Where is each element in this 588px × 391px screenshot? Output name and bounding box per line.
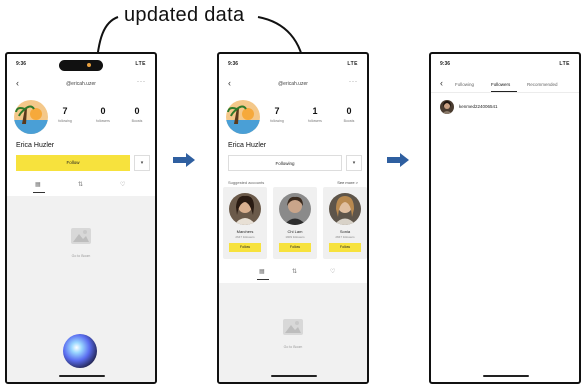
status-signal: LTE — [347, 61, 358, 67]
empty-content-area: Go to Boom — [7, 196, 155, 382]
suggested-account-name: Sonia — [339, 229, 351, 234]
card-follow-button[interactable]: Follow — [229, 243, 261, 252]
suggested-account-card[interactable]: Sonia 2847 followers Follow — [323, 187, 367, 259]
suggested-account-card[interactable]: Chi Lam 1909 followers Follow — [273, 187, 317, 259]
empty-state-text: Go to Boom — [71, 254, 91, 258]
active-tab-indicator — [33, 192, 45, 193]
see-more-link[interactable]: See more > — [337, 180, 358, 185]
more-icon[interactable]: ··· — [349, 79, 358, 85]
suggested-account-followers: 2847 followers — [335, 235, 355, 239]
content-tabs: ▦ ⇅ ♡ — [219, 268, 367, 280]
stat-following[interactable]: 7 following — [47, 106, 83, 123]
siri-icon — [63, 334, 97, 368]
profile-handle: @ericah.uzer — [278, 81, 308, 87]
active-tab-indicator — [257, 279, 269, 280]
dynamic-island — [59, 60, 103, 71]
annotation-caption: updated data — [124, 4, 245, 26]
phone-screen-profile-before: 9:36 LTE ‹ @ericah.uzer ··· 7 following … — [5, 52, 157, 384]
suggest-dropdown-button[interactable]: ▾ — [134, 155, 150, 171]
suggested-account-name: Marchers — [236, 229, 254, 234]
suggested-account-card[interactable]: Marchers 2647 followers Follow — [223, 187, 267, 259]
like-icon[interactable]: ♡ — [330, 268, 335, 275]
follower-avatar — [440, 100, 454, 114]
suggested-account-name: Chi Lam — [287, 229, 303, 234]
profile-name: Erica Huzler — [228, 142, 267, 149]
grid-icon[interactable]: ▦ — [35, 181, 41, 188]
tab-following[interactable]: Following — [455, 82, 474, 87]
phone-screen-profile-after: 9:36 LTE ‹ @ericah.uzer ··· 7 following … — [217, 52, 369, 384]
profile-handle: @ericah.uzer — [66, 81, 96, 87]
stat-followers[interactable]: 0 followers — [85, 106, 121, 123]
repost-icon[interactable]: ⇅ — [78, 181, 83, 188]
repost-icon[interactable]: ⇅ — [292, 268, 297, 275]
profile-name: Erica Huzler — [16, 142, 55, 149]
stat-followers[interactable]: 1 followers — [297, 106, 333, 123]
empty-photo-icon — [71, 228, 91, 244]
status-signal: LTE — [559, 61, 570, 67]
follower-username: kenmed224006541 — [459, 104, 498, 109]
profile-header: ‹ @ericah.uzer ··· — [7, 78, 155, 90]
stat-boosts[interactable]: 0 Boosts — [331, 106, 367, 123]
like-icon[interactable]: ♡ — [120, 181, 125, 188]
suggested-account-avatar — [229, 193, 261, 225]
tab-recommended[interactable]: Recommended — [527, 82, 558, 87]
status-time: 9:36 — [440, 61, 451, 67]
status-time: 9:36 — [228, 61, 239, 67]
follow-lists-tabs: ‹ Following Followers Recommended — [431, 78, 579, 92]
status-signal: LTE — [135, 61, 146, 67]
avatar[interactable] — [14, 100, 48, 134]
card-follow-button[interactable]: Follow — [329, 243, 361, 252]
right-arrow-icon — [173, 153, 195, 167]
phone-screen-followers-list: 9:36 LTE ‹ Following Followers Recommend… — [429, 52, 581, 384]
grid-icon[interactable]: ▦ — [259, 268, 265, 275]
home-indicator[interactable] — [271, 375, 317, 377]
profile-header: ‹ @ericah.uzer ··· — [219, 78, 367, 90]
empty-content-area: Go to Boom — [219, 283, 367, 382]
card-follow-button[interactable]: Follow — [279, 243, 311, 252]
empty-photo-icon — [283, 319, 303, 335]
content-tabs: ▦ ⇅ ♡ — [7, 181, 155, 193]
suggested-accounts-heading: Suggested accounts — [228, 180, 265, 185]
empty-state-text: Go to Boom — [283, 345, 303, 349]
following-button[interactable]: Following — [228, 155, 342, 171]
follow-button[interactable]: Follow — [16, 155, 130, 171]
status-time: 9:36 — [16, 61, 27, 67]
avatar[interactable] — [226, 100, 260, 134]
back-arrow-icon[interactable]: ‹ — [440, 78, 443, 88]
status-bar: 9:36 LTE — [228, 61, 358, 69]
suggested-account-followers: 2647 followers — [235, 235, 255, 239]
suggested-account-avatar — [279, 193, 311, 225]
right-arrow-icon — [387, 153, 409, 167]
suggested-account-followers: 1909 followers — [285, 235, 305, 239]
tab-followers[interactable]: Followers — [491, 82, 510, 87]
status-bar: 9:36 LTE — [440, 61, 570, 69]
more-icon[interactable]: ··· — [137, 79, 146, 85]
stat-boosts[interactable]: 0 Boosts — [119, 106, 155, 123]
stat-following[interactable]: 7 following — [259, 106, 295, 123]
home-indicator[interactable] — [59, 375, 105, 377]
home-indicator[interactable] — [483, 375, 529, 377]
suggested-account-avatar — [329, 193, 361, 225]
tabs-divider — [431, 92, 579, 93]
suggest-dropdown-button[interactable]: ▾ — [346, 155, 362, 171]
